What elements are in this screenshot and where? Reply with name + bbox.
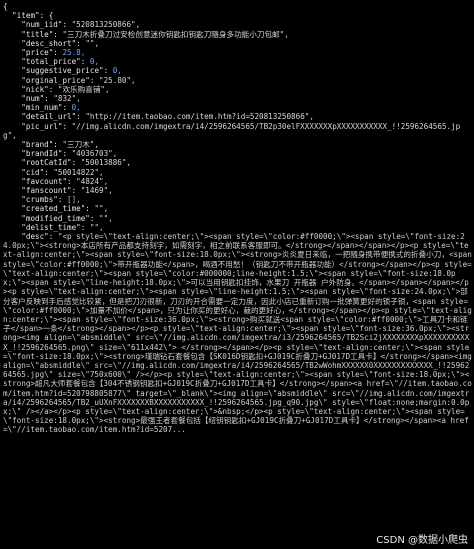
json-key: "crumbs":	[21, 195, 68, 205]
json-key: "desc":	[21, 232, 58, 242]
json-key: "item": {	[12, 11, 54, 21]
json-value: "832",	[53, 94, 81, 104]
json-key: "num":	[21, 94, 54, 104]
json-value: 25.8,	[62, 48, 86, 58]
json-value: 0,	[112, 66, 122, 76]
code-line: "modified_time": "",	[3, 213, 113, 223]
json-key: "price":	[21, 48, 63, 58]
json-code-block[interactable]: { "item": { "num_iid": "520813250866", "…	[3, 2, 472, 435]
json-desc-value: "<p style=\"text-align:center;\"><span s…	[3, 232, 472, 435]
json-key: "detail_url":	[21, 112, 86, 122]
json-value: "",	[85, 38, 100, 48]
code-line: "favcount": "4824",	[3, 177, 108, 186]
json-key: "brand":	[21, 140, 63, 150]
code-line: "desc_short": "",	[3, 39, 99, 48]
code-line: "desc": "<p style=\"text-align:center;\"…	[3, 232, 474, 434]
json-key: "delist_time":	[21, 222, 90, 232]
json-value: "4824",	[76, 176, 109, 186]
json-key: "created_time":	[21, 204, 95, 214]
json-key: {	[3, 2, 8, 11]
json-value: 0,	[71, 103, 81, 113]
code-line: "min_num": 0,	[3, 103, 81, 113]
code-line: "num": "832",	[3, 94, 81, 104]
code-line: "delist_time": "",	[3, 222, 104, 232]
json-key: "favcount":	[21, 176, 77, 186]
json-key: "pic_url":	[21, 121, 72, 131]
json-key: "rootCatId":	[21, 158, 81, 168]
json-value: "//img.alicdn.com/imgextra/i4/2596264565…	[3, 121, 461, 140]
code-line: "suggestive_price": 0,	[3, 66, 122, 75]
code-line: "orginal_price": "25.80",	[3, 75, 136, 85]
code-line: "crumbs": [],	[3, 195, 81, 205]
code-line: "brandId": "4036703",	[3, 149, 117, 158]
json-value: "50013886",	[80, 158, 132, 168]
json-key: "title":	[21, 29, 63, 39]
json-key: "min_num":	[21, 103, 72, 113]
code-line: "nick": "欢乐购喜铺",	[3, 84, 110, 94]
code-line: "brand": "三刀木",	[3, 140, 99, 149]
code-line: "fanscount": "1469",	[3, 186, 113, 196]
json-value: "三刀木",	[62, 140, 99, 150]
json-value: "",	[94, 204, 109, 214]
json-value: "欢乐购喜铺",	[57, 84, 110, 94]
json-code-viewer: { "item": { "num_iid": "520813250866", "…	[0, 0, 474, 549]
csdn-watermark: CSDN @数据小爬虫	[376, 534, 468, 546]
json-key: "orginal_price":	[21, 75, 100, 85]
json-value: [],	[67, 195, 81, 205]
json-key: "total_price":	[21, 57, 90, 67]
json-value: 0,	[89, 57, 100, 67]
json-value: "",	[89, 222, 104, 232]
json-key: "brandId":	[21, 149, 72, 159]
code-line: "item": {	[3, 11, 53, 20]
json-value: "",	[99, 213, 113, 223]
json-key: "cid":	[21, 167, 54, 177]
json-value: "http://item.taobao.com/item.htm?id=5208…	[85, 112, 314, 122]
code-line: "detail_url": "http://item.taobao.com/it…	[3, 112, 314, 121]
code-line: "title": "三刀木折叠刀过安检创意迷你钥匙扣钥匙刀隨身多功能小刀包邮",	[3, 30, 289, 39]
json-value: "4036703",	[71, 149, 118, 159]
code-line: "pic_url": "//img.alicdn.com/imgextra/i4…	[3, 122, 460, 140]
json-value: "520813250866",	[71, 20, 141, 30]
code-line: "total_price": 0,	[3, 57, 99, 66]
code-line: {	[3, 2, 8, 11]
json-key: "modified_time":	[21, 213, 100, 223]
json-value: "25.80",	[99, 75, 136, 85]
code-line: "cid": "50014822",	[3, 167, 104, 177]
json-key: "suggestive_price":	[21, 66, 113, 76]
code-line: "price": 25.8,	[3, 48, 85, 57]
code-line: "created_time": "",	[3, 204, 108, 213]
code-line: "rootCatId": "50013886",	[3, 158, 131, 167]
json-key: "nick":	[21, 84, 58, 94]
json-key: "desc_short":	[21, 38, 86, 48]
json-value: "三刀木折叠刀过安检创意迷你钥匙扣钥匙刀隨身多功能小刀包邮",	[62, 29, 289, 39]
json-value: "1469",	[80, 186, 113, 196]
json-key: "fanscount":	[21, 186, 81, 196]
json-value: "50014822",	[53, 167, 104, 177]
json-key: "num_iid":	[21, 20, 72, 30]
code-line: "num_iid": "520813250866",	[3, 20, 140, 29]
